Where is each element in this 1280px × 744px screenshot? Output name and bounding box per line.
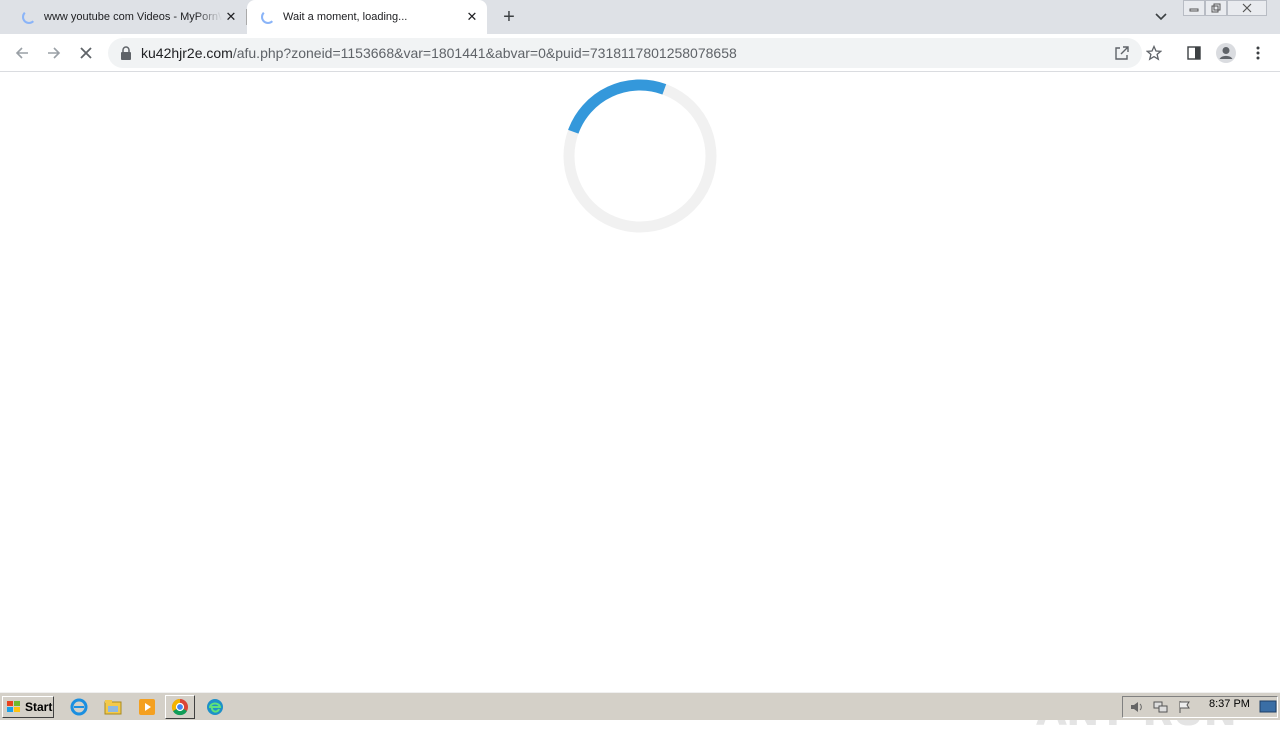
restore-button[interactable] <box>1205 0 1227 16</box>
windows-logo-icon <box>7 701 20 712</box>
tab-youtube-videos[interactable]: www youtube com Videos - MyPornW ✕ <box>8 0 246 34</box>
action-center-flag-icon[interactable] <box>1175 699 1195 715</box>
taskbar-clock: 8:37 PM <box>1209 698 1250 710</box>
forward-arrow-icon[interactable] <box>42 41 66 65</box>
loading-spinner-arc <box>563 79 717 233</box>
system-tray <box>1122 696 1278 718</box>
lock-icon[interactable] <box>120 46 132 60</box>
network-icon[interactable] <box>1151 699 1171 715</box>
tab-wait-loading[interactable]: Wait a moment, loading... ✕ <box>247 0 487 34</box>
loading-spinner-icon <box>261 10 275 24</box>
url-path: /afu.php?zoneid=1153668&var=1801441&abva… <box>232 45 737 61</box>
close-window-button[interactable] <box>1227 0 1267 16</box>
minimize-button[interactable] <box>1183 0 1205 16</box>
show-desktop-icon[interactable] <box>1257 697 1279 717</box>
internet-explorer-icon[interactable] <box>68 697 90 717</box>
window-controls <box>1183 0 1267 18</box>
url-text[interactable]: ku42hjr2e.com/afu.php?zoneid=1153668&var… <box>141 45 737 61</box>
start-button[interactable]: Start <box>2 696 54 718</box>
tab-strip: www youtube com Videos - MyPornW ✕ Wait … <box>0 0 1280 34</box>
chrome-icon[interactable] <box>165 695 195 719</box>
tab-close-icon[interactable]: ✕ <box>463 8 481 26</box>
address-bar[interactable]: ku42hjr2e.com/afu.php?zoneid=1153668&var… <box>108 38 1142 68</box>
edge-icon[interactable] <box>204 697 226 717</box>
back-arrow-icon[interactable] <box>10 41 34 65</box>
loading-spinner <box>563 79 717 233</box>
side-panel-icon[interactable] <box>1184 44 1204 62</box>
loading-spinner-icon <box>22 10 36 24</box>
media-player-icon[interactable] <box>136 697 158 717</box>
profile-avatar-icon[interactable] <box>1214 41 1238 65</box>
stop-loading-icon[interactable] <box>74 41 98 65</box>
page-content: ANY RUN <box>0 72 1280 735</box>
volume-icon[interactable] <box>1127 699 1147 715</box>
start-label: Start <box>25 700 53 714</box>
tab-title: www youtube com Videos - MyPornW <box>44 11 222 23</box>
url-host: ku42hjr2e.com <box>141 45 233 61</box>
tab-title: Wait a moment, loading... <box>283 11 408 23</box>
browser-toolbar: ku42hjr2e.com/afu.php?zoneid=1153668&var… <box>0 34 1280 72</box>
windows-taskbar: Start 8:37 PM <box>0 692 1280 720</box>
new-tab-button[interactable]: + <box>498 6 520 28</box>
share-icon[interactable] <box>1112 44 1132 62</box>
bookmark-star-icon[interactable] <box>1144 44 1164 62</box>
menu-kebab-icon[interactable] <box>1248 44 1268 62</box>
tab-search-chevron-icon[interactable] <box>1151 8 1171 26</box>
tab-close-icon[interactable]: ✕ <box>222 8 240 26</box>
file-explorer-icon[interactable] <box>102 697 124 717</box>
